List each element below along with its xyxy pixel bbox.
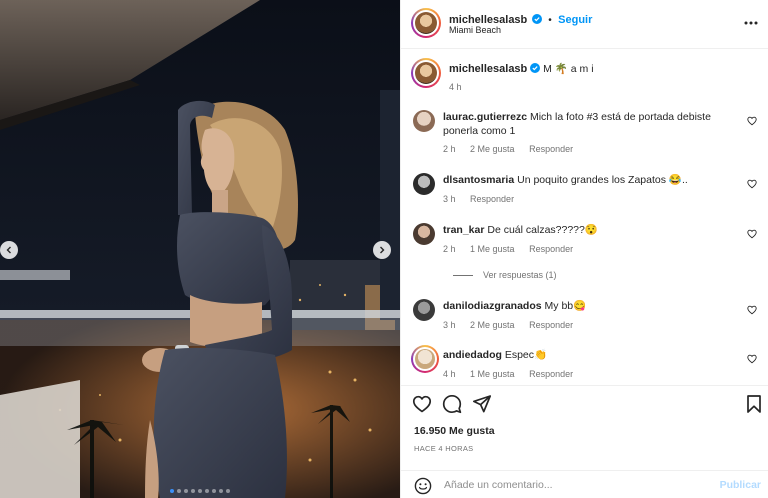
- comment-text: De cuál calzas?????😯: [487, 224, 598, 236]
- follow-button[interactable]: Seguir: [558, 14, 592, 26]
- publish-button[interactable]: Publicar: [720, 479, 761, 491]
- share-send-icon[interactable]: [472, 394, 492, 414]
- comment-body: laurac.gutierrezc Mich la foto #3 está d…: [443, 110, 743, 138]
- comment-meta: 4 h 1 Me gusta Responder: [443, 369, 573, 379]
- commenter-avatar[interactable]: [413, 173, 435, 195]
- more-options-icon[interactable]: [743, 15, 759, 31]
- comment-time: 2 h: [443, 244, 456, 254]
- carousel-dot: [198, 489, 202, 493]
- carousel-dot: [212, 489, 216, 493]
- carousel-indicator: [0, 489, 400, 493]
- caption-username[interactable]: michellesalasb: [449, 63, 527, 75]
- comment-body: andiedadog Espec👏: [443, 348, 743, 362]
- comment-username[interactable]: dlsantosmaria: [443, 174, 514, 186]
- carousel-dot: [184, 489, 188, 493]
- like-heart-icon[interactable]: [412, 394, 432, 414]
- reply-button[interactable]: Responder: [529, 320, 573, 330]
- carousel-dot: [219, 489, 223, 493]
- like-comment-heart-icon[interactable]: [747, 229, 757, 239]
- post-timestamp: HACE 4 HORAS: [414, 444, 474, 453]
- like-comment-heart-icon[interactable]: [747, 305, 757, 315]
- comment-text: My bb😋: [544, 300, 587, 312]
- comment-username[interactable]: tran_kar: [443, 224, 484, 236]
- comment-body: danilodiazgranados My bb😋: [443, 299, 743, 313]
- comment-likes[interactable]: 1 Me gusta: [470, 369, 515, 379]
- comment-username[interactable]: andiedadog: [443, 349, 502, 361]
- verified-badge-icon: [531, 14, 542, 24]
- comment-likes[interactable]: 1 Me gusta: [470, 244, 515, 254]
- reply-button[interactable]: Responder: [529, 244, 573, 254]
- comment-item: danilodiazgranados My bb😋 3 h 2 Me gusta…: [413, 299, 763, 333]
- like-comment-heart-icon[interactable]: [747, 116, 757, 126]
- comment-time: 3 h: [443, 320, 456, 330]
- save-bookmark-icon[interactable]: [744, 394, 764, 414]
- comment-text: Espec👏: [504, 349, 548, 361]
- carousel-dot: [191, 489, 195, 493]
- post-actions: 16.950 Me gusta HACE 4 HORAS: [401, 385, 768, 465]
- carousel-dot: [205, 489, 209, 493]
- post-header: michellesalasb • Seguir Miami Beach: [401, 0, 768, 49]
- reply-button[interactable]: Responder: [529, 144, 573, 154]
- caption-text: M 🌴 a m i: [543, 63, 594, 75]
- comment-time: 4 h: [443, 369, 456, 379]
- comment-input[interactable]: [444, 476, 694, 494]
- comment-meta: 2 h 2 Me gusta Responder: [443, 144, 573, 154]
- caption-time: 4 h: [449, 82, 462, 92]
- verified-badge-icon: [530, 63, 541, 73]
- commenter-avatar[interactable]: [413, 223, 435, 245]
- likes-count[interactable]: 16.950 Me gusta: [414, 425, 495, 437]
- comment-time: 3 h: [443, 194, 456, 204]
- post-location[interactable]: Miami Beach: [449, 25, 501, 35]
- comment-body: dlsantosmaria Un poquito grandes los Zap…: [443, 173, 743, 187]
- chevron-left-icon: [6, 246, 11, 254]
- carousel-prev-button[interactable]: [0, 241, 18, 259]
- comment-meta: 2 h 1 Me gusta Responder: [443, 244, 573, 254]
- post-side-panel: michellesalasb • Seguir Miami Beach mich…: [400, 0, 768, 498]
- commenter-avatar[interactable]: [413, 299, 435, 321]
- reply-button[interactable]: Responder: [470, 194, 514, 204]
- like-comment-heart-icon[interactable]: [747, 179, 757, 189]
- carousel-dot: [177, 489, 181, 493]
- chevron-right-icon: [380, 246, 385, 254]
- comment-likes[interactable]: 2 Me gusta: [470, 320, 515, 330]
- carousel-dot: [226, 489, 230, 493]
- comment-time: 2 h: [443, 144, 456, 154]
- view-replies-button[interactable]: Ver respuestas (1): [453, 270, 557, 280]
- comment-item: laurac.gutierrezc Mich la foto #3 está d…: [413, 110, 763, 156]
- post-caption: michellesalasb M 🌴 a m i: [449, 62, 594, 75]
- emoji-picker-icon[interactable]: [414, 477, 432, 495]
- carousel-dot: [170, 489, 174, 493]
- caption-author-avatar[interactable]: [411, 58, 441, 88]
- comment-text: Un poquito grandes los Zapatos 😂..: [517, 174, 688, 186]
- like-comment-heart-icon[interactable]: [747, 354, 757, 364]
- reply-button[interactable]: Responder: [529, 369, 573, 379]
- comment-username[interactable]: danilodiazgranados: [443, 300, 542, 312]
- comment-meta: 3 h Responder: [443, 194, 514, 204]
- comment-bubble-icon[interactable]: [442, 394, 462, 414]
- comments-feed[interactable]: michellesalasb M 🌴 a m i 4 h laurac.guti…: [401, 49, 768, 385]
- post-image: [0, 0, 400, 498]
- comment-username[interactable]: laurac.gutierrezc: [443, 111, 527, 123]
- commenter-avatar[interactable]: [413, 110, 435, 132]
- post-photo[interactable]: [0, 0, 400, 498]
- comment-composer: Publicar: [401, 470, 768, 498]
- comment-body: tran_kar De cuál calzas?????😯: [443, 223, 743, 237]
- commenter-avatar[interactable]: [411, 345, 439, 373]
- comment-item: dlsantosmaria Un poquito grandes los Zap…: [413, 173, 763, 207]
- comment-item: andiedadog Espec👏 4 h 1 Me gusta Respond…: [411, 345, 763, 382]
- comment-likes[interactable]: 2 Me gusta: [470, 144, 515, 154]
- comment-item: tran_kar De cuál calzas?????😯 2 h 1 Me g…: [413, 223, 763, 257]
- carousel-next-button[interactable]: [373, 241, 391, 259]
- author-avatar[interactable]: [411, 8, 441, 38]
- comment-meta: 3 h 2 Me gusta Responder: [443, 320, 573, 330]
- header-separator: •: [548, 15, 552, 26]
